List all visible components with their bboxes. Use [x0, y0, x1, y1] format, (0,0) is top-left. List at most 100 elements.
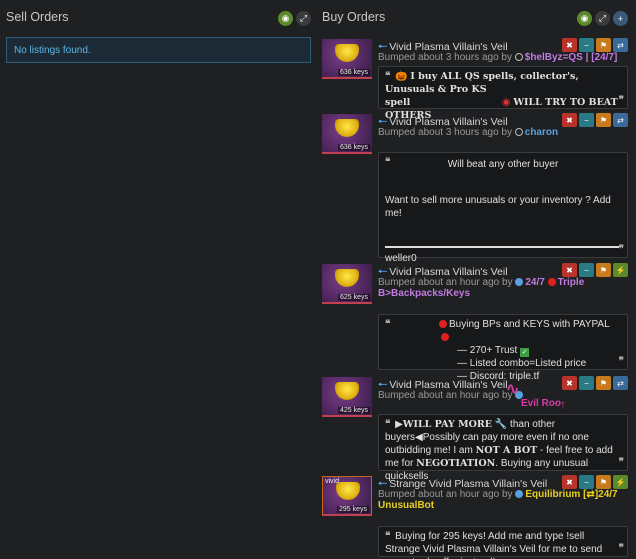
eye-icon[interactable]: ◉ [278, 11, 293, 26]
flag-icon[interactable]: ⚑ [596, 113, 611, 127]
check-icon: ✓ [520, 348, 530, 357]
user-link[interactable]: 24/7 [525, 277, 544, 288]
red-circle-icon [441, 333, 449, 341]
listing-actions: ✖ − ⚑ ⚡ [562, 263, 628, 277]
buy-orders-title: Buy Orders [322, 10, 386, 24]
listing-comment: ❝ Buying for 295 keys! Add me and type !… [378, 526, 628, 559]
quote-open-icon: ❝ [385, 319, 391, 330]
item-thumbnail[interactable]: vivid 295 keys [322, 476, 372, 516]
user-link-continued[interactable]: UnusualBot [378, 500, 434, 511]
quote-close-icon: ❞ [618, 543, 624, 554]
quote-close-icon: ❞ [618, 95, 624, 106]
listing-comment: ❝ ▶WILL PAY MORE 🔧 than other buyers◀Pos… [378, 414, 628, 482]
listing-comment: ❝ 🎃 I buy ALL QS spells, collector's, Un… [378, 66, 628, 121]
quote-close-icon: ❞ [618, 457, 624, 468]
quote-close-icon: ❞ [618, 356, 624, 367]
comment-line: Buying for 295 keys! Add me and type !se… [385, 531, 603, 559]
minus-icon[interactable]: − [579, 113, 594, 127]
close-icon[interactable]: ✖ [562, 263, 577, 277]
listing-actions: ✖ − ⚑ ⇄ [562, 113, 628, 127]
scribble-mark: ∿ [506, 381, 520, 398]
pot-icon [336, 482, 360, 500]
minus-icon[interactable]: − [579, 376, 594, 390]
listing-item: 636 keys 🠐 Vivid Plasma Villain's Veil ✖ … [322, 38, 628, 121]
user-link[interactable]: charon [525, 127, 558, 138]
listing-comment: ❝ Buying BPs and KEYS with PAYPAL — 270+… [378, 314, 628, 382]
close-icon[interactable]: ✖ [562, 376, 577, 390]
bumped-line: Bumped about an hour ago by Equilibrium … [378, 489, 618, 500]
user-link[interactable]: $helByz=QS | [24/7] [525, 52, 618, 63]
listing-item: 625 keys 🠐 Vivid Plasma Villain's Veil ✖ … [322, 263, 628, 382]
comment-line: I buy ALL QS spells, collector's, Unusua… [385, 71, 579, 95]
comment-line: Will beat any other buyer [447, 159, 559, 170]
item-thumbnail[interactable]: 636 keys [322, 114, 372, 154]
comment-line: — Listed combo=Listed price [457, 358, 587, 369]
bumped-line: Bumped about an hour ago by [378, 390, 525, 401]
bumped-text: Bumped about an hour ago by [378, 489, 513, 500]
minus-icon[interactable]: − [579, 475, 594, 489]
swap-icon[interactable]: ⇄ [613, 38, 628, 52]
comment-line: NOT A BOT [475, 445, 538, 456]
bumped-line: Bumped about 3 hours ago by $helByz=QS |… [378, 52, 617, 63]
comment-line: NEGOTIATION [416, 458, 496, 469]
add-icon[interactable]: + [613, 11, 628, 26]
listing-comment: ❝ Will beat any other buyer Want to sell… [378, 152, 628, 264]
sell-orders-title: Sell Orders [6, 10, 69, 24]
listing-item: 636 keys 🠐 Vivid Plasma Villain's Veil ✖ … [322, 113, 628, 264]
minus-icon[interactable]: − [579, 38, 594, 52]
comment-line: Want to sell more unusuals or your inven… [385, 195, 611, 219]
status-dot-icon [515, 490, 524, 498]
eye-icon[interactable]: ◉ [577, 11, 592, 26]
listing-actions: ✖ − ⚑ ⇄ [562, 376, 628, 390]
triangle-left-icon: ◀ [415, 432, 423, 443]
user-link[interactable]: Evil Roo [521, 398, 561, 409]
bumped-text: Bumped about 3 hours ago by [378, 127, 512, 138]
bumped-text: Bumped about 3 hours ago by [378, 52, 512, 63]
comment-line: spell [385, 97, 411, 108]
bumped-line: Bumped about 3 hours ago by charon [378, 127, 558, 138]
quote-close-icon: ❞ [618, 244, 624, 255]
quote-open-icon: ❝ [385, 419, 391, 430]
user-link-continued[interactable]: B>Backpacks/Keys [378, 288, 470, 299]
minus-icon[interactable]: − [579, 263, 594, 277]
item-price: 636 keys [337, 69, 370, 76]
pot-icon [335, 119, 359, 137]
target-icon: ◉ [501, 97, 511, 108]
swap-icon[interactable]: ⇄ [613, 376, 628, 390]
flag-icon[interactable]: ⚑ [596, 263, 611, 277]
quote-open-icon: ❝ [385, 71, 391, 82]
buy-orders-header: Buy Orders ◉ ⤢ + [322, 8, 628, 28]
buy-orders-controls: ◉ ⤢ + [577, 11, 628, 26]
flag-icon[interactable]: ⚑ [596, 376, 611, 390]
expand-icon[interactable]: ⤢ [595, 11, 610, 26]
status-dot-icon [514, 53, 523, 61]
red-circle-icon [439, 320, 447, 328]
listing-actions: ✖ − ⚑ ⚡ [562, 475, 628, 489]
quote-open-icon: ❝ [385, 531, 391, 542]
bumped-text: Bumped about an hour ago by [378, 390, 513, 401]
wrench-icon: 🔧 [494, 419, 508, 430]
item-price: 295 keys [336, 506, 369, 513]
item-thumbnail[interactable]: 625 keys [322, 264, 372, 304]
expand-icon[interactable]: ⤢ [296, 11, 311, 26]
divider [385, 246, 619, 248]
sell-orders-header: Sell Orders ◉ ⤢ [6, 8, 311, 28]
swap-icon[interactable]: ⇄ [613, 113, 628, 127]
listing-item: 425 keys 🠐 Vivid Plasma Villain's Veil ✖ … [322, 376, 628, 482]
item-price: 625 keys [337, 294, 370, 301]
close-icon[interactable]: ✖ [562, 38, 577, 52]
close-icon[interactable]: ✖ [562, 113, 577, 127]
item-thumbnail[interactable]: 636 keys [322, 39, 372, 79]
bolt-icon[interactable]: ⚡ [613, 263, 628, 277]
empty-listings-notice: No listings found. [6, 37, 311, 63]
bolt-icon[interactable]: ⚡ [613, 475, 628, 489]
item-price: 425 keys [337, 407, 370, 414]
user-link-part[interactable]: Triple [558, 277, 585, 288]
pumpkin-icon: 🎃 [395, 71, 408, 82]
item-thumbnail[interactable]: 425 keys [322, 377, 372, 417]
user-link[interactable]: Equilibrium [⇄]24/7 [525, 489, 617, 500]
flag-icon[interactable]: ⚑ [596, 38, 611, 52]
flag-icon[interactable]: ⚑ [596, 475, 611, 489]
buy-orders-panel: Buy Orders ◉ ⤢ + 636 keys 🠐 Vivid Plasma … [322, 8, 628, 559]
close-icon[interactable]: ✖ [562, 475, 577, 489]
